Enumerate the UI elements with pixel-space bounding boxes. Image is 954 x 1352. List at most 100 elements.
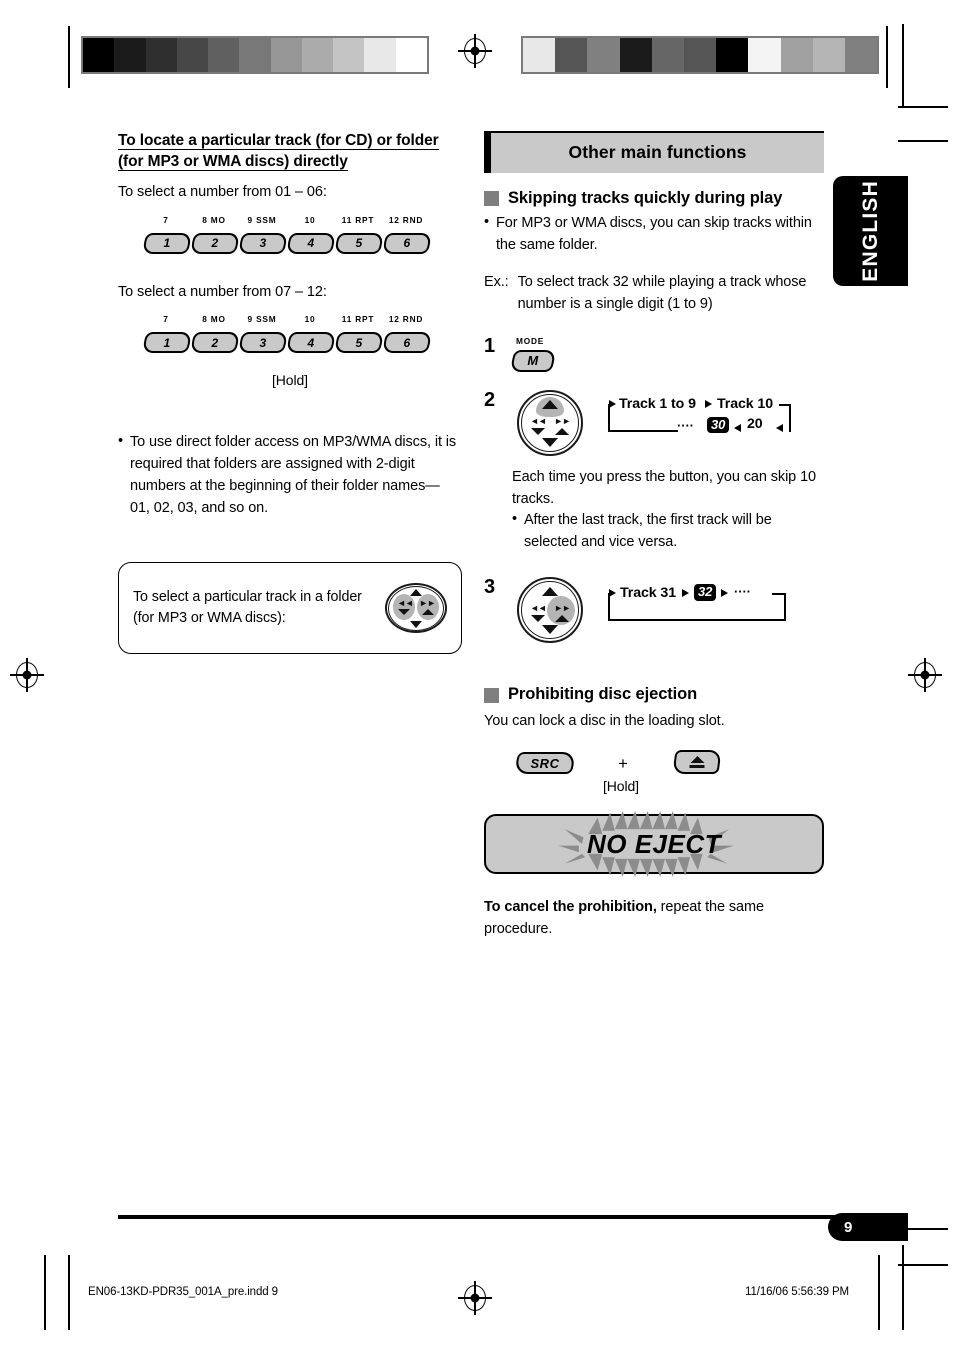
preset-button-row-1: 7 1 8 MO 2 9 SSM 3 10 4 11 RPT 5 12 RND … bbox=[141, 215, 462, 259]
bullet-skip-within-folder: • For MP3 or WMA discs, you can skip tra… bbox=[484, 213, 824, 257]
instruction-select-01-06: To select a number from 01 – 06: bbox=[118, 184, 327, 201]
dial-left-chevron-down-icon bbox=[531, 427, 545, 435]
crop-mark-right-horizontal-2 bbox=[898, 140, 948, 142]
flow-line-left-vertical bbox=[608, 593, 610, 622]
src-button[interactable]: SRC bbox=[513, 752, 577, 775]
preset-button-12-number: 6 bbox=[403, 335, 411, 350]
crop-mark-right-upper-vertical bbox=[902, 24, 904, 106]
mode-button[interactable]: M bbox=[509, 349, 557, 372]
footer-timestamp: 11/16/06 5:56:39 PM bbox=[745, 1286, 850, 1298]
calibration-swatch bbox=[587, 38, 620, 72]
example-row: Ex.: To select track 32 while playing a … bbox=[484, 272, 824, 316]
preset-button-10[interactable]: 4 bbox=[285, 332, 337, 354]
dial-up-arrow-icon[interactable] bbox=[542, 587, 558, 597]
control-dial-icon-folder[interactable]: ◄◄ ►► bbox=[385, 583, 447, 634]
preset-button-6[interactable]: 6 bbox=[381, 232, 433, 254]
language-tab-english: ENGLISH bbox=[833, 176, 908, 286]
display-panel-no-eject: NO EJECT bbox=[484, 811, 824, 878]
flow-line-bottom-horizontal bbox=[608, 619, 786, 622]
preset-button-1[interactable]: 1 bbox=[141, 232, 193, 254]
step-2-note-line1: Each time you press the button, you can … bbox=[512, 468, 817, 485]
preset-button-3[interactable]: 3 bbox=[237, 232, 289, 254]
calibration-swatch bbox=[619, 38, 652, 72]
crop-mark-bottom-right-vertical bbox=[902, 1245, 904, 1330]
flow-arrow-2-icon bbox=[682, 589, 689, 598]
preset-button-9[interactable]: 3 bbox=[237, 332, 289, 354]
src-eject-combo: SRC + [Hold] bbox=[484, 746, 824, 810]
preset-button-4[interactable]: 4 bbox=[285, 232, 337, 254]
preset-label-12: 12 RND bbox=[388, 314, 424, 325]
dial-down-arrow-icon[interactable] bbox=[542, 625, 558, 635]
eject-button[interactable] bbox=[672, 750, 722, 775]
flow-arrow-3-icon bbox=[721, 589, 728, 598]
flow-label-track-31: Track 31 bbox=[620, 585, 676, 602]
section-heading-skipping-title: Skipping tracks quickly during play bbox=[508, 189, 783, 207]
dial-up-arrow-icon[interactable] bbox=[410, 589, 422, 597]
page-number: 9 bbox=[844, 1218, 853, 1236]
preset-button-7[interactable]: 1 bbox=[141, 332, 193, 354]
control-dial-step2[interactable]: ◄◄ ►► bbox=[517, 389, 583, 456]
flow-chip-32: 32 bbox=[694, 584, 717, 601]
section-marker-icon bbox=[484, 191, 499, 207]
flow-label-track-1-to-9: Track 1 to 9 bbox=[619, 395, 696, 412]
note-box-text: To select a particular track in a folder… bbox=[133, 587, 362, 630]
note-box-track-in-folder: To select a particular track in a folder… bbox=[118, 562, 462, 655]
hold-label-right: [Hold] bbox=[603, 778, 639, 795]
calibration-swatch bbox=[114, 38, 146, 72]
note-box-line1: To select a particular track in a folder bbox=[133, 588, 362, 605]
dial-up-arrow-icon[interactable] bbox=[542, 399, 558, 409]
preset-button-9-number: 3 bbox=[259, 335, 267, 350]
preset-button-row-2: 7 1 8 MO 2 9 SSM 3 10 4 11 RPT 5 12 RND … bbox=[141, 314, 462, 358]
bullet-dot: • bbox=[512, 510, 517, 527]
preset-button-6-number: 6 bbox=[403, 236, 411, 251]
calibration-swatch bbox=[780, 38, 813, 72]
flow-chip-30: 30 bbox=[707, 416, 730, 434]
calibration-swatch bbox=[364, 38, 396, 72]
cancel-instruction: To cancel the prohibition, repeat the sa… bbox=[484, 896, 824, 940]
flow-dots-step3: ···· bbox=[734, 584, 751, 600]
dial-left-chevron-down-icon bbox=[398, 609, 410, 616]
calibration-swatch bbox=[651, 38, 684, 72]
preset-button-5[interactable]: 5 bbox=[333, 232, 385, 254]
flow-label-track-10: Track 10 bbox=[717, 395, 773, 412]
calibration-swatch bbox=[301, 38, 334, 72]
dial-down-arrow-icon[interactable] bbox=[542, 437, 558, 447]
crop-mark-top-right-vertical bbox=[886, 26, 888, 88]
flow-arrow-1-icon bbox=[609, 589, 616, 598]
crop-mark-right-horizontal-1 bbox=[898, 106, 948, 108]
preset-button-8-number: 2 bbox=[211, 335, 219, 350]
bullet-skip-within-folder-text: For MP3 or WMA discs, you can skip track… bbox=[495, 214, 812, 253]
calibration-swatch bbox=[208, 38, 240, 72]
cancel-instruction-line2: procedure. bbox=[484, 921, 553, 938]
calibration-swatch bbox=[83, 38, 115, 72]
flow-line-top-right bbox=[779, 403, 791, 406]
preset-button-11[interactable]: 5 bbox=[333, 332, 385, 354]
example-text: To select track 32 while playing a track… bbox=[518, 272, 807, 316]
step-3-body: ◄◄ ►► Track 31 32 ···· bbox=[512, 577, 824, 644]
right-column: Other main functions Skipping tracks qui… bbox=[484, 131, 824, 940]
calibration-swatch bbox=[523, 38, 556, 72]
left-heading: To locate a particular track (for CD) or… bbox=[118, 131, 462, 172]
left-heading-line2: (for MP3 or WMA discs) directly bbox=[118, 152, 348, 171]
bullet-last-track-text: After the last track, the first track wi… bbox=[523, 511, 772, 550]
step-2: 2 ◄◄ ►► Track 1 to 9 Track 10 ···· 30 20 bbox=[484, 389, 824, 456]
fast-forward-icon: ►► bbox=[554, 603, 571, 614]
section-heading-skipping: Skipping tracks quickly during play bbox=[484, 189, 824, 209]
section-banner: Other main functions bbox=[484, 131, 824, 173]
example-line2: number is a single digit (1 to 9) bbox=[517, 296, 713, 313]
preset-button-2-number: 2 bbox=[211, 236, 219, 251]
step-3-number: 3 bbox=[484, 576, 496, 599]
step-2-note-line2: tracks. bbox=[512, 490, 555, 507]
preset-button-2[interactable]: 2 bbox=[189, 232, 241, 254]
crop-mark-top-left-vertical bbox=[68, 26, 70, 88]
preset-button-7-number: 1 bbox=[163, 335, 171, 350]
control-dial-step3[interactable]: ◄◄ ►► bbox=[517, 577, 583, 644]
dial-down-arrow-icon[interactable] bbox=[410, 621, 422, 629]
preset-button-12[interactable]: 6 bbox=[381, 332, 433, 354]
preset-button-8[interactable]: 2 bbox=[189, 332, 241, 354]
flow-line-top-right bbox=[772, 593, 786, 596]
calibration-swatch bbox=[239, 38, 271, 72]
mode-button-label: MODE bbox=[516, 335, 545, 346]
step-2-body: ◄◄ ►► Track 1 to 9 Track 10 ···· 30 20 bbox=[512, 389, 824, 456]
display-text-no-eject: NO EJECT bbox=[586, 828, 722, 859]
